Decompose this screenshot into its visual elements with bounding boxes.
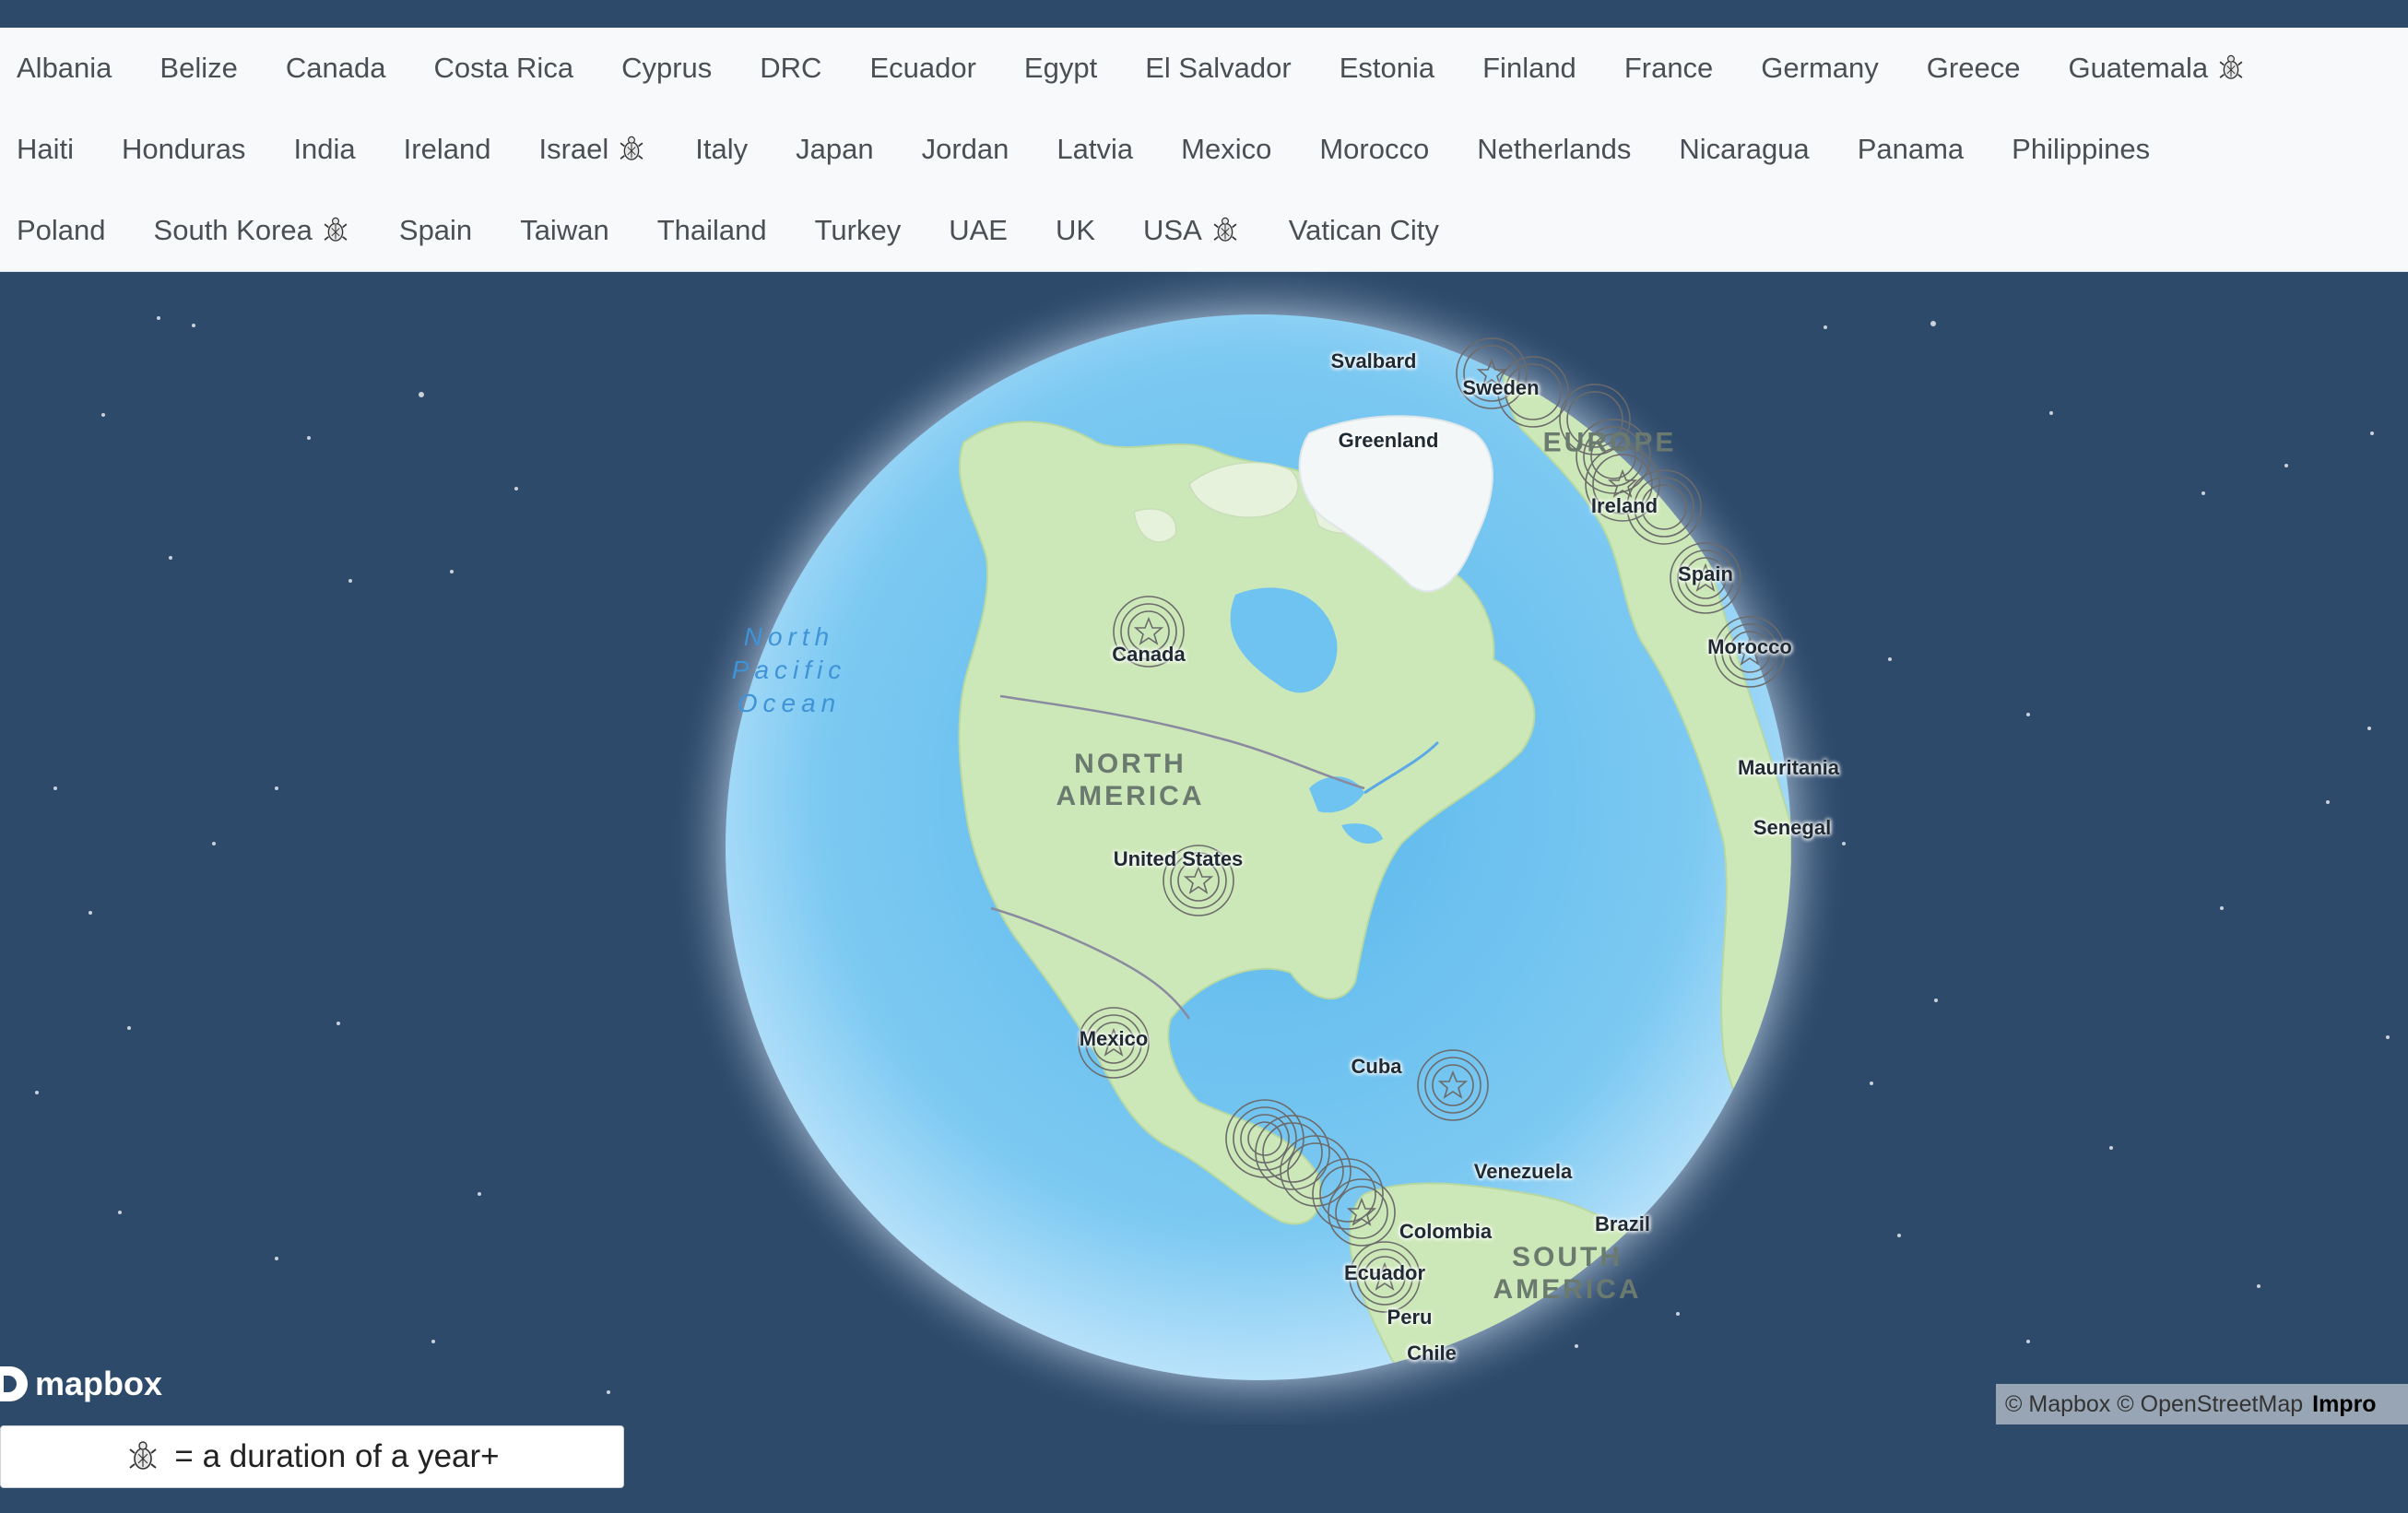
- country-link-costa-rica[interactable]: Costa Rica: [417, 28, 605, 109]
- country-link-albania[interactable]: Albania: [0, 28, 143, 109]
- country-link-estonia[interactable]: Estonia: [1323, 28, 1466, 109]
- globe-map[interactable]: Svalbard Sweden Greenland Ireland Spain …: [0, 272, 2408, 1424]
- country-link-canada[interactable]: Canada: [269, 28, 418, 109]
- region-label-europe: EUROPE: [1542, 427, 1677, 458]
- country-link-japan[interactable]: Japan: [779, 109, 904, 190]
- country-link-belize[interactable]: Belize: [143, 28, 268, 109]
- turtle-icon: [129, 1441, 158, 1470]
- country-link-turkey[interactable]: Turkey: [798, 190, 933, 271]
- turtle-icon: [616, 134, 647, 165]
- map-label-morocco: Morocco: [1707, 635, 1792, 658]
- country-link-thailand[interactable]: Thailand: [641, 190, 798, 271]
- country-link-south-korea[interactable]: South Korea: [137, 190, 383, 271]
- country-link-haiti[interactable]: Haiti: [0, 109, 105, 190]
- country-link-usa[interactable]: USA: [1127, 190, 1272, 271]
- country-link-netherlands[interactable]: Netherlands: [1460, 109, 1662, 190]
- map-label-united-states: United States: [1113, 847, 1244, 870]
- country-row: Haiti Honduras India Ireland Israel Ital…: [0, 109, 2181, 190]
- map-label-spain: Spain: [1678, 562, 1733, 585]
- attribution-improve-link[interactable]: Impro: [2312, 1391, 2376, 1418]
- country-link-india[interactable]: India: [277, 109, 386, 190]
- country-link-honduras[interactable]: Honduras: [105, 109, 277, 190]
- map-label-chile: Chile: [1407, 1342, 1457, 1365]
- map-label-colombia: Colombia: [1399, 1220, 1493, 1243]
- country-link-egypt[interactable]: Egypt: [1008, 28, 1128, 109]
- country-row: Albania Belize Canada Costa Rica Cyprus …: [0, 28, 2278, 109]
- country-link-morocco[interactable]: Morocco: [1303, 109, 1460, 190]
- country-link-uae[interactable]: UAE: [932, 190, 1039, 271]
- country-link-mexico[interactable]: Mexico: [1164, 109, 1303, 190]
- map-label-brazil: Brazil: [1595, 1212, 1650, 1235]
- country-link-jordan[interactable]: Jordan: [905, 109, 1041, 190]
- region-label-north-america: NORTH AMERICA: [1056, 749, 1205, 811]
- map-label-svalbard: Svalbard: [1330, 349, 1417, 372]
- map-label-ecuador: Ecuador: [1343, 1261, 1426, 1284]
- map-label-cuba: Cuba: [1351, 1055, 1402, 1078]
- country-link-italy[interactable]: Italy: [679, 109, 779, 190]
- map-label-peru: Peru: [1387, 1306, 1433, 1329]
- country-link-philippines[interactable]: Philippines: [1995, 109, 2181, 190]
- map-label-venezuela: Venezuela: [1473, 1160, 1573, 1183]
- turtle-icon: [1210, 215, 1241, 246]
- map-label-ireland: Ireland: [1590, 494, 1658, 517]
- turtle-icon: [2215, 53, 2247, 84]
- country-link-guatemala[interactable]: Guatemala: [2051, 28, 2278, 109]
- country-link-ecuador[interactable]: Ecuador: [853, 28, 1007, 109]
- map-label-greenland: Greenland: [1338, 429, 1439, 452]
- map-label-sweden: Sweden: [1462, 376, 1540, 399]
- country-link-israel[interactable]: Israel: [522, 109, 679, 190]
- country-link-france[interactable]: France: [1608, 28, 1744, 109]
- country-link-latvia[interactable]: Latvia: [1040, 109, 1164, 190]
- map-label-mexico: Mexico: [1079, 1027, 1149, 1050]
- attribution-osm-link[interactable]: © OpenStreetMap: [2117, 1391, 2303, 1418]
- mapbox-logo[interactable]: mapbox: [0, 1365, 162, 1403]
- country-row: Poland South Korea Spain Taiwan Thailand…: [0, 190, 1470, 271]
- country-link-vatican-city[interactable]: Vatican City: [1272, 190, 1470, 271]
- country-nav: Albania Belize Canada Costa Rica Cyprus …: [0, 28, 2408, 272]
- legend-text: = a duration of a year+: [174, 1438, 500, 1474]
- region-label-south-america: SOUTH AMERICA: [1493, 1242, 1642, 1305]
- attribution-mapbox-link[interactable]: © Mapbox: [2005, 1391, 2110, 1418]
- country-link-panama[interactable]: Panama: [1841, 109, 1995, 190]
- turtle-icon: [320, 215, 351, 246]
- mapbox-logo-icon: [0, 1366, 28, 1401]
- country-link-taiwan[interactable]: Taiwan: [503, 190, 641, 271]
- country-link-drc[interactable]: DRC: [743, 28, 853, 109]
- ocean-label-north-pacific: North Pacific Ocean: [731, 622, 847, 717]
- map-label-mauritania: Mauritania: [1737, 756, 1840, 779]
- country-link-finland[interactable]: Finland: [1466, 28, 1608, 109]
- country-link-nicaragua[interactable]: Nicaragua: [1662, 109, 1840, 190]
- map-attribution: © Mapbox © OpenStreetMap Impro: [1996, 1384, 2408, 1424]
- map-label-canada: Canada: [1112, 643, 1186, 666]
- country-link-cyprus[interactable]: Cyprus: [605, 28, 743, 109]
- country-link-germany[interactable]: Germany: [1744, 28, 1909, 109]
- country-link-spain[interactable]: Spain: [383, 190, 503, 271]
- country-link-greece[interactable]: Greece: [1910, 28, 2052, 109]
- country-link-el-salvador[interactable]: El Salvador: [1128, 28, 1323, 109]
- country-link-poland[interactable]: Poland: [0, 190, 137, 271]
- country-link-uk[interactable]: UK: [1039, 190, 1127, 271]
- legend-box: = a duration of a year+: [0, 1425, 624, 1488]
- map-label-senegal: Senegal: [1753, 816, 1832, 839]
- country-link-ireland[interactable]: Ireland: [387, 109, 523, 190]
